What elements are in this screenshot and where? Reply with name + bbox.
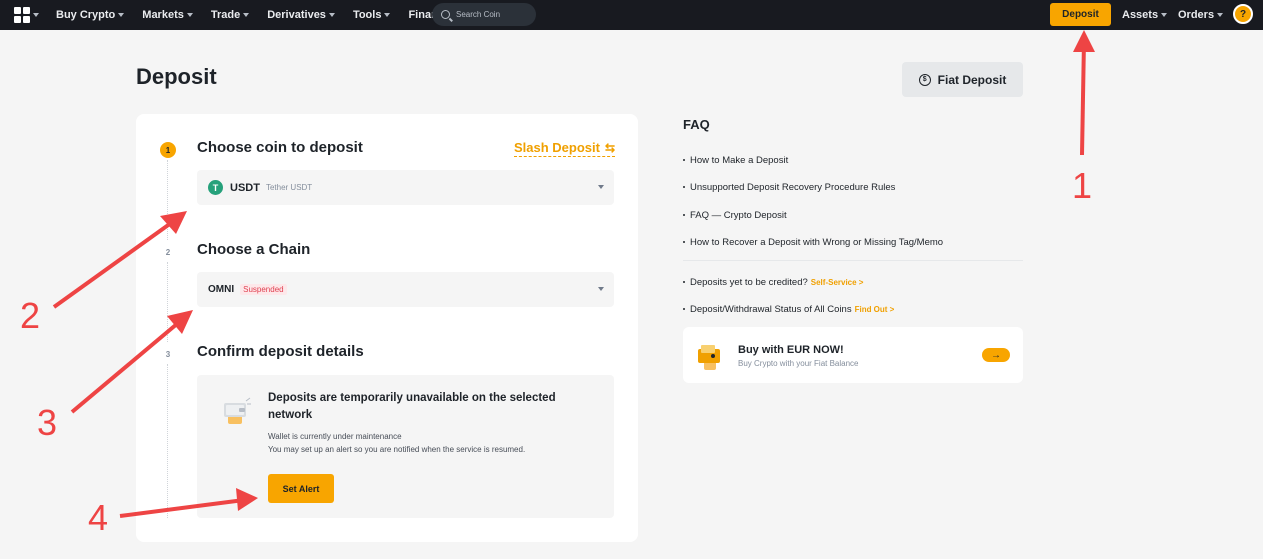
step-3-title: Confirm deposit details bbox=[197, 343, 364, 360]
chevron-down-icon bbox=[328, 13, 335, 18]
step-3-number: 3 bbox=[165, 349, 171, 359]
chain-symbol: OMNI bbox=[208, 284, 235, 295]
coin-status-row: Deposit/Withdrawal Status of All Coins Fi… bbox=[683, 304, 894, 315]
arrow-right-icon[interactable]: → bbox=[982, 348, 1010, 362]
wallet-cash-icon bbox=[698, 345, 720, 370]
coin-select[interactable]: T USDT Tether USDT bbox=[197, 170, 614, 205]
avatar[interactable]: ? bbox=[1233, 4, 1253, 24]
faq-link[interactable]: Unsupported Deposit Recovery Procedure R… bbox=[683, 182, 895, 193]
annotation-number-4: 4 bbox=[88, 497, 109, 538]
chevron-down-icon bbox=[186, 13, 193, 18]
slash-deposit-link[interactable]: Slash Deposit ⇆ bbox=[514, 140, 616, 157]
faq-link[interactable]: How to Recover a Deposit with Wrong or M… bbox=[683, 237, 943, 248]
nav-item-trade[interactable]: Trade bbox=[211, 9, 250, 21]
arrow-head-1 bbox=[1073, 30, 1095, 52]
search-icon bbox=[441, 10, 450, 19]
bullet-icon bbox=[683, 159, 685, 162]
nav-item-buy-crypto[interactable]: Buy Crypto bbox=[56, 9, 125, 21]
chevron-down-icon bbox=[243, 13, 250, 18]
search-box bbox=[432, 3, 536, 26]
annotation-number-2: 2 bbox=[20, 295, 41, 336]
swap-icon: ⇆ bbox=[604, 141, 616, 155]
nav-item-markets[interactable]: Markets bbox=[142, 9, 193, 21]
step-connector bbox=[167, 364, 168, 518]
annotation-number-3: 3 bbox=[37, 402, 58, 443]
coin-symbol: USDT bbox=[230, 181, 260, 194]
app-menu-icon[interactable] bbox=[14, 7, 39, 23]
bullet-icon bbox=[683, 308, 685, 311]
chevron-down-icon bbox=[384, 13, 391, 18]
buy-subtitle: Buy Crypto with your Fiat Balance bbox=[738, 359, 859, 368]
faq-link[interactable]: How to Make a Deposit bbox=[683, 155, 788, 166]
nav-menu: Buy Crypto Markets Trade Derivatives Too… bbox=[56, 0, 477, 30]
nav-item-derivatives[interactable]: Derivatives bbox=[267, 9, 335, 21]
search-input[interactable] bbox=[456, 10, 526, 19]
fiat-deposit-button[interactable]: $ Fiat Deposit bbox=[902, 62, 1023, 97]
divider bbox=[683, 260, 1023, 261]
notice-title: Deposits are temporarily unavailable on … bbox=[268, 392, 556, 421]
bullet-icon bbox=[683, 241, 685, 244]
bullet-icon bbox=[683, 281, 685, 284]
usdt-coin-icon: T bbox=[208, 180, 223, 195]
step-connector bbox=[167, 262, 168, 342]
find-out-link[interactable]: Find Out > bbox=[855, 305, 895, 314]
top-nav: Buy Crypto Markets Trade Derivatives Too… bbox=[0, 0, 1263, 30]
step-1-title: Choose coin to deposit bbox=[197, 139, 363, 156]
chevron-down-icon bbox=[1217, 13, 1224, 18]
notice-line-2: You may set up an alert so you are notif… bbox=[268, 445, 526, 454]
arrow-1 bbox=[1078, 35, 1089, 156]
bullet-icon bbox=[683, 186, 685, 189]
faq-title: FAQ bbox=[683, 117, 710, 132]
dropdown-arrow-icon bbox=[598, 287, 604, 291]
nav-item-orders[interactable]: Orders bbox=[1178, 9, 1224, 21]
status-badge: Suspended bbox=[240, 284, 287, 295]
buy-eur-banner[interactable]: Buy with EUR NOW! Buy Crypto with your F… bbox=[683, 327, 1023, 383]
set-alert-button[interactable]: Set Alert bbox=[268, 474, 334, 503]
step-connector bbox=[167, 160, 168, 240]
dollar-coin-icon: $ bbox=[918, 73, 931, 86]
step-1-number: 1 bbox=[160, 142, 176, 158]
chevron-down-icon bbox=[1161, 13, 1168, 18]
step-2-number: 2 bbox=[165, 247, 171, 257]
self-service-link[interactable]: Self-Service > bbox=[811, 278, 864, 287]
pending-deposits-row: Deposits yet to be credited? Self-Service… bbox=[683, 277, 863, 288]
chain-select[interactable]: OMNI Suspended bbox=[197, 272, 614, 307]
faq-link[interactable]: FAQ — Crypto Deposit bbox=[683, 210, 787, 221]
step-2-title: Choose a Chain bbox=[197, 241, 311, 258]
annotation-number-1: 1 bbox=[1072, 165, 1093, 206]
fiat-deposit-label: Fiat Deposit bbox=[937, 72, 1007, 87]
dropdown-arrow-icon bbox=[598, 185, 604, 189]
bullet-icon bbox=[683, 214, 685, 217]
wallet-icon bbox=[224, 397, 251, 424]
coin-name: Tether USDT bbox=[265, 183, 313, 192]
nav-item-tools[interactable]: Tools bbox=[353, 9, 391, 21]
buy-title: Buy with EUR NOW! bbox=[738, 344, 844, 356]
unavailable-notice: Deposits are temporarily unavailable on … bbox=[197, 375, 614, 518]
notice-line-1: Wallet is currently under maintenance bbox=[268, 432, 402, 441]
deposit-button[interactable]: Deposit bbox=[1050, 3, 1111, 26]
chevron-down-icon bbox=[118, 13, 125, 18]
nav-item-assets[interactable]: Assets bbox=[1122, 9, 1168, 21]
page-title: Deposit bbox=[136, 64, 217, 89]
